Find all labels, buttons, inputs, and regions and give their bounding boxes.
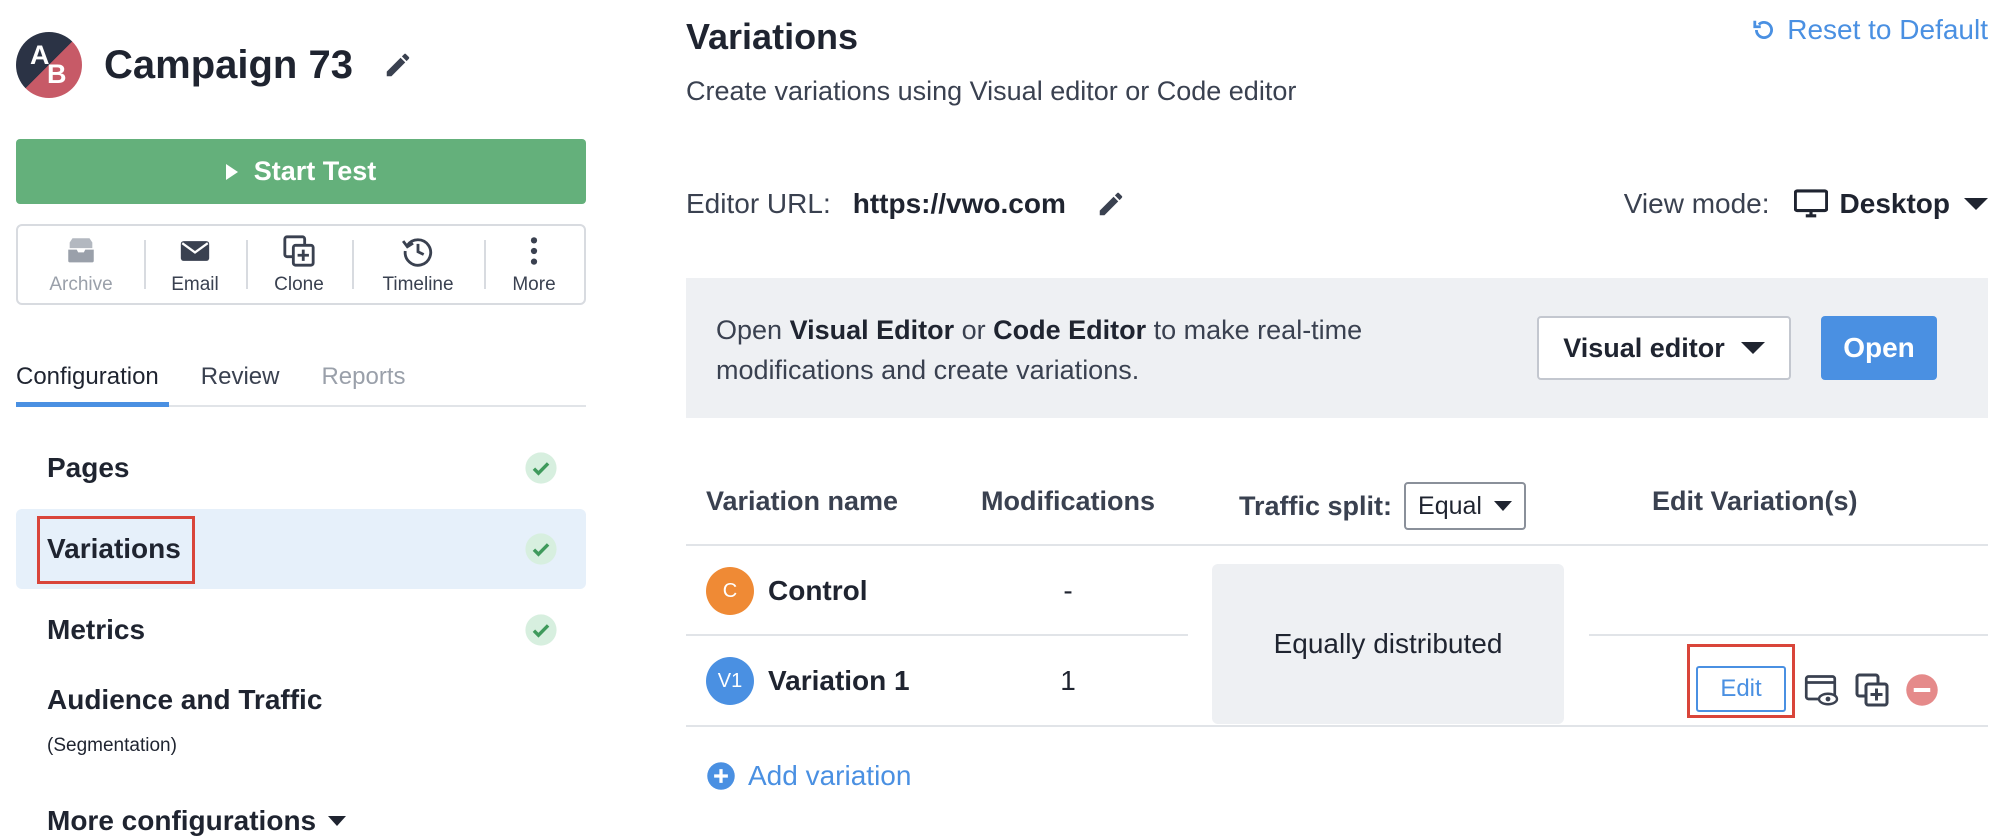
edit-title-pencil-icon[interactable] [383, 50, 413, 80]
campaign-toolbar: Archive Email Clone Timeline More [16, 224, 586, 305]
sidebar-item-label: Pages [47, 452, 130, 483]
view-mode-label: View mode: [1623, 188, 1770, 219]
archive-icon [68, 237, 94, 262]
email-icon [180, 240, 210, 261]
main-panel: Variations Reset to Default Create varia… [686, 0, 1988, 840]
more-label: More [512, 273, 556, 295]
more-button[interactable]: More [484, 226, 584, 303]
modifications-count-control: - [1063, 575, 1073, 606]
page-title: Variations [686, 16, 859, 57]
avatar-letter-b: B [47, 59, 67, 89]
sidebar-item-pages[interactable]: Pages [16, 428, 586, 508]
more-icon [530, 236, 538, 265]
campaign-title: Campaign 73 [104, 42, 353, 87]
editor-type-select[interactable]: Visual editor [1537, 316, 1791, 380]
sidebar-item-metrics[interactable]: Metrics [16, 590, 586, 670]
traffic-distribution-box: Equally distributed [1212, 564, 1564, 724]
campaign-header: A B Campaign 73 [16, 32, 413, 98]
banner-text: Open Visual Editor or Code Editor to mak… [716, 310, 1476, 390]
sidebar-item-sublabel: (Segmentation) [47, 735, 177, 756]
sidebar: A B Campaign 73 Start Test Archive Email [16, 0, 586, 840]
view-mode-dropdown[interactable]: View mode: Desktop [1624, 188, 1988, 220]
remove-icon[interactable] [1904, 672, 1940, 708]
variation-1-badge: V1 [706, 657, 754, 705]
page-subtitle: Create variations using Visual editor or… [686, 76, 1297, 106]
chevron-down-icon [1740, 342, 1765, 354]
column-header-modifications: Modifications [981, 486, 1155, 516]
tab-configuration[interactable]: Configuration [16, 357, 169, 407]
traffic-split-control: Traffic split: Equal [1239, 482, 1527, 530]
plus-circle-icon [707, 762, 735, 790]
editor-type-value: Visual editor [1563, 332, 1725, 363]
start-test-button[interactable]: Start Test [16, 139, 586, 204]
timeline-icon [401, 237, 433, 267]
check-circle-icon [525, 533, 557, 565]
editor-banner: Open Visual Editor or Code Editor to mak… [686, 278, 1988, 418]
chevron-down-icon [1494, 501, 1512, 511]
start-test-label: Start Test [253, 156, 377, 186]
clone-label: Clone [274, 273, 324, 295]
table-row-divider [1589, 634, 1988, 636]
sidebar-item-audience[interactable]: Audience and Traffic [16, 670, 586, 730]
column-header-variation-name: Variation name [706, 486, 899, 516]
editor-url-value: https://vwo.com [852, 188, 1066, 219]
more-configurations-label: More configurations [47, 805, 317, 836]
clone-button[interactable]: Clone [246, 226, 352, 303]
check-circle-icon [525, 452, 557, 484]
table-bottom-divider [686, 725, 1988, 727]
tab-review[interactable]: Review [201, 357, 280, 405]
variations-highlight-box [37, 516, 195, 584]
play-icon [225, 163, 238, 180]
editor-url-label: Editor URL: [686, 188, 831, 219]
control-badge: C [706, 567, 754, 615]
column-header-traffic-split: Traffic split: [1239, 490, 1393, 521]
timeline-label: Timeline [382, 273, 454, 295]
edit-url-pencil-icon[interactable] [1096, 189, 1126, 219]
add-variation-label: Add variation [748, 760, 912, 791]
sidebar-item-label: Audience and Traffic [47, 684, 323, 715]
banner-text-open: Open [716, 315, 790, 345]
ab-test-avatar: A B [16, 32, 82, 98]
archive-label: Archive [49, 273, 113, 295]
modifications-count-variation-1: 1 [1060, 665, 1076, 696]
sidebar-item-label: Metrics [47, 614, 146, 645]
campaign-tabs: Configuration Review Reports [16, 357, 586, 407]
variation-name-variation-1[interactable]: Variation 1 [768, 665, 910, 697]
edit-highlight-box [1687, 644, 1795, 718]
table-divider [686, 544, 1988, 546]
reset-label: Reset to Default [1787, 14, 1988, 45]
chevron-down-icon [328, 816, 347, 826]
view-mode-value: Desktop [1839, 188, 1950, 219]
editor-url-row: Editor URL: https://vwo.com [686, 188, 1126, 220]
preview-icon[interactable] [1804, 672, 1840, 708]
banner-visual-editor: Visual Editor [789, 315, 955, 345]
tab-reports[interactable]: Reports [321, 357, 405, 405]
check-circle-icon [525, 614, 557, 646]
reset-to-default-link[interactable]: Reset to Default [1751, 14, 1988, 46]
traffic-split-value: Equal [1418, 491, 1482, 520]
duplicate-icon[interactable] [1854, 672, 1890, 708]
timeline-button[interactable]: Timeline [352, 226, 484, 303]
variation-name-control[interactable]: Control [768, 575, 868, 607]
more-configurations-toggle[interactable]: More configurations [47, 805, 347, 837]
archive-button[interactable]: Archive [18, 226, 144, 303]
reset-icon [1753, 20, 1774, 39]
chevron-down-icon [1964, 198, 1988, 210]
email-label: Email [171, 273, 219, 295]
table-row-divider [686, 634, 1188, 636]
banner-code-editor: Code Editor [993, 315, 1147, 345]
column-header-edit-variations: Edit Variation(s) [1652, 486, 1858, 516]
banner-text-or: or [954, 315, 994, 345]
desktop-icon [1793, 189, 1828, 218]
open-editor-button[interactable]: Open [1821, 316, 1937, 380]
email-button[interactable]: Email [144, 226, 246, 303]
add-variation-button[interactable]: Add variation [706, 760, 911, 792]
traffic-split-select[interactable]: Equal [1404, 482, 1527, 530]
clone-icon [283, 234, 315, 267]
